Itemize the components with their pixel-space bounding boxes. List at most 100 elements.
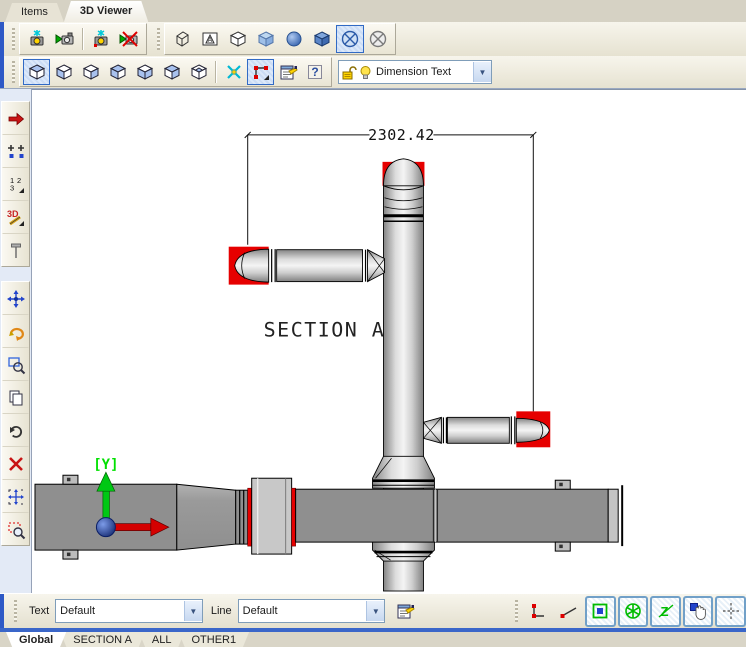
flat-shaded-cube-icon bbox=[257, 31, 275, 47]
snap-points-button[interactable] bbox=[2, 135, 29, 168]
perspective-sphere-off-button[interactable] bbox=[364, 25, 392, 53]
left-branch-pipe[interactable] bbox=[234, 248, 385, 283]
properties-button[interactable] bbox=[274, 59, 301, 85]
dimension-nodes-button[interactable] bbox=[247, 59, 274, 85]
pin-icon bbox=[10, 243, 21, 258]
tab-3d-viewer[interactable]: 3D Viewer bbox=[64, 1, 148, 22]
line-style-dropdown[interactable]: ▼ bbox=[366, 601, 385, 621]
svg-text:2: 2 bbox=[17, 176, 21, 185]
edit-3d-button[interactable]: 3D bbox=[2, 201, 29, 234]
copy-button[interactable] bbox=[2, 381, 29, 414]
toolbar-separator bbox=[215, 61, 217, 83]
record-camera-button[interactable] bbox=[51, 25, 79, 53]
crosshair-button[interactable] bbox=[715, 595, 746, 627]
snap-nearest-button[interactable]: Z bbox=[650, 595, 681, 627]
view-toolbar: ? bbox=[19, 57, 332, 87]
tab-items[interactable]: Items bbox=[5, 3, 64, 22]
axis-y-label: [Y] bbox=[93, 457, 118, 473]
aligned-dimension-button[interactable] bbox=[555, 597, 584, 626]
axes-cross-button[interactable] bbox=[220, 59, 247, 85]
wireframe-cube-icon bbox=[176, 31, 189, 47]
snap-node-button[interactable] bbox=[585, 595, 616, 627]
orbit-button[interactable] bbox=[2, 315, 29, 348]
toolbar-gripper[interactable] bbox=[514, 600, 518, 622]
snap-center-icon bbox=[625, 603, 641, 619]
display-mode-toolbar: A bbox=[164, 23, 396, 55]
hidden-line-cube-button[interactable] bbox=[224, 25, 252, 53]
view-front-button[interactable] bbox=[131, 59, 158, 85]
numbering-button[interactable]: 123 bbox=[2, 168, 29, 201]
pan-button[interactable] bbox=[2, 282, 29, 315]
view-back-button[interactable] bbox=[158, 59, 185, 85]
view-right-button[interactable] bbox=[104, 59, 131, 85]
perspective-sphere-on-button[interactable] bbox=[336, 25, 364, 53]
sheet-tab-all-label: ALL bbox=[151, 634, 172, 646]
crosshair-icon bbox=[722, 603, 739, 619]
toolbar-gripper[interactable] bbox=[157, 28, 160, 50]
view-iso-button[interactable] bbox=[185, 59, 212, 85]
duct-transition bbox=[176, 483, 237, 551]
toolbar-separator bbox=[82, 28, 84, 50]
style-combo-dropdown[interactable]: ▼ bbox=[473, 62, 491, 82]
sheet-tab-section-a[interactable]: SECTION A bbox=[60, 632, 145, 647]
zoom-extents-button[interactable] bbox=[2, 480, 29, 513]
right-branch-pipe[interactable] bbox=[423, 416, 550, 445]
toolbar-gripper[interactable] bbox=[12, 61, 15, 83]
view-left-button[interactable] bbox=[77, 59, 104, 85]
duct-run[interactable] bbox=[34, 474, 624, 560]
svg-text:?: ? bbox=[311, 65, 318, 79]
snap-center-button[interactable] bbox=[617, 595, 649, 627]
shaded-edges-cube-button[interactable] bbox=[308, 25, 336, 53]
viewport-3d[interactable]: 2302.42 SECTION A [Y] bbox=[32, 89, 746, 593]
zoom-region-button[interactable] bbox=[2, 348, 29, 381]
text-style-dropdown[interactable]: ▼ bbox=[183, 601, 202, 621]
window-frame-edge bbox=[0, 56, 4, 88]
wireframe-cube-button[interactable] bbox=[168, 25, 196, 53]
sheet-tab-all[interactable]: ALL bbox=[139, 632, 185, 647]
style-properties-button[interactable] bbox=[391, 597, 419, 625]
snapshot-camera-marker-button[interactable] bbox=[87, 25, 115, 53]
sheet-tab-global[interactable]: Global bbox=[6, 632, 66, 647]
ortho-dimension-button[interactable] bbox=[524, 597, 553, 626]
snap-node-icon bbox=[592, 603, 608, 619]
perspective-sphere-on-icon bbox=[341, 30, 359, 48]
view-top-button[interactable] bbox=[23, 59, 50, 85]
sheet-tab-other1[interactable]: OTHER1 bbox=[179, 632, 250, 647]
svg-text:A: A bbox=[208, 37, 213, 44]
style-combo[interactable]: Dimension Text ▼ bbox=[338, 60, 492, 84]
pin-button[interactable] bbox=[2, 234, 29, 266]
help-button[interactable]: ? bbox=[301, 59, 328, 85]
pan-hand-button[interactable] bbox=[682, 595, 714, 627]
sheet-tab-section-a-label: SECTION A bbox=[73, 634, 132, 646]
text-style-combo[interactable]: Default ▼ bbox=[55, 599, 203, 623]
toolbar-gripper[interactable] bbox=[12, 28, 15, 50]
sheet-tab-other1-label: OTHER1 bbox=[191, 634, 237, 646]
pan-hand-icon bbox=[690, 603, 706, 620]
refresh-button[interactable] bbox=[2, 414, 29, 447]
smooth-sphere-button[interactable] bbox=[280, 25, 308, 53]
duct-gasket bbox=[291, 487, 296, 547]
lightbulb-icon bbox=[360, 65, 371, 79]
application-window: Items 3D Viewer A ? Dimension Text ▼ 1 2… bbox=[0, 0, 746, 647]
window-frame-edge bbox=[0, 22, 4, 56]
toolbar-gripper[interactable] bbox=[14, 600, 17, 622]
line-style-combo[interactable]: Default ▼ bbox=[237, 599, 386, 623]
zoom-window-button[interactable] bbox=[2, 513, 29, 545]
view-bottom-button[interactable] bbox=[50, 59, 77, 85]
section-label[interactable]: SECTION A bbox=[264, 318, 386, 342]
line-style-label: Line bbox=[210, 605, 232, 617]
annotation-display-button[interactable]: A bbox=[196, 25, 224, 53]
red-arrow-button[interactable] bbox=[2, 102, 29, 135]
record-camera-off-icon bbox=[119, 31, 138, 47]
record-camera-icon bbox=[55, 32, 74, 45]
toolbar-row-2: ? Dimension Text ▼ bbox=[0, 56, 746, 89]
toolbar-row-1: A bbox=[0, 22, 746, 56]
delete-button[interactable] bbox=[2, 447, 29, 480]
dimension-nodes-icon bbox=[253, 66, 269, 80]
view-iso-icon bbox=[190, 64, 207, 80]
flat-shaded-cube-button[interactable] bbox=[252, 25, 280, 53]
main-area: 123 3D 2302.42 SECTION A [Y] bbox=[0, 89, 746, 593]
snapshot-camera-button[interactable] bbox=[23, 25, 51, 53]
document-tab-bar: Items 3D Viewer bbox=[0, 0, 746, 22]
record-camera-off-button[interactable] bbox=[115, 25, 143, 53]
